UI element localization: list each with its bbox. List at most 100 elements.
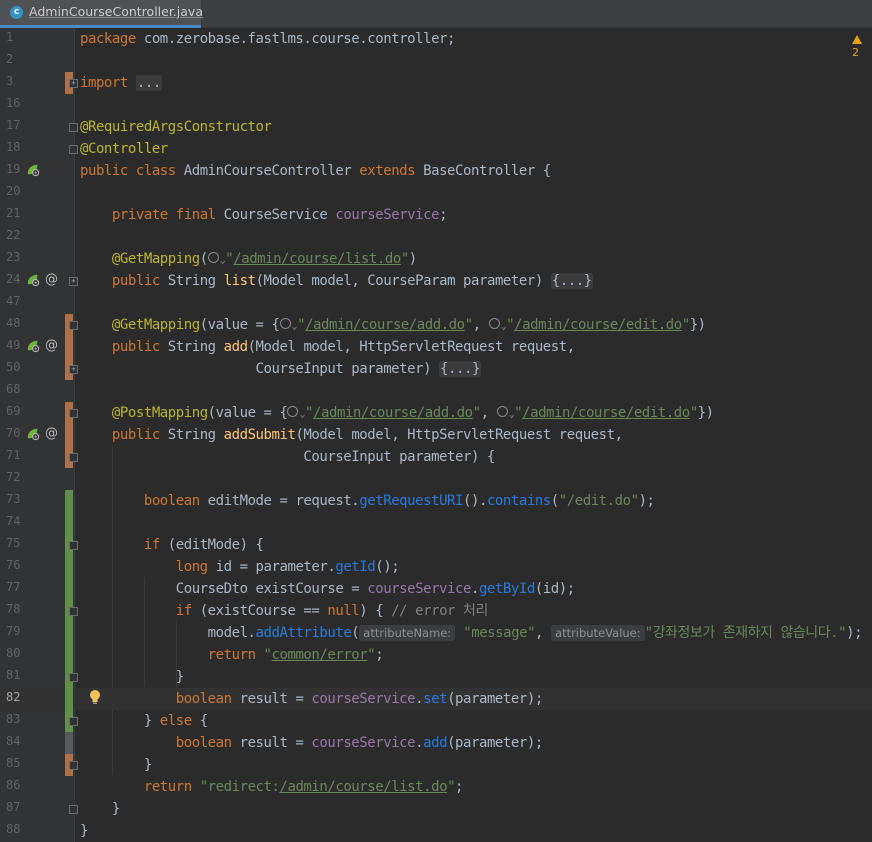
code-line[interactable]: 75 if (editMode) {	[0, 534, 872, 556]
code-line[interactable]: 74	[0, 512, 872, 534]
fold-marker-icon[interactable]	[69, 607, 78, 616]
vcs-change-marker[interactable]	[65, 556, 73, 578]
code-line[interactable]: 84 boolean result = courseService.add(pa…	[0, 732, 872, 754]
spring-bean-icon[interactable]	[26, 427, 40, 441]
line-number: 76	[6, 558, 21, 572]
code-line[interactable]: 70 @ public String addSubmit(Model model,…	[0, 424, 872, 446]
code-line[interactable]: 81 }	[0, 666, 872, 688]
code-line[interactable]: 1 package com.zerobase.fastlms.course.con…	[0, 28, 872, 50]
code-text: @GetMapping(⌄"/admin/course/list.do")	[111, 251, 417, 267]
code-line[interactable]: 80 return "common/error";	[0, 644, 872, 666]
code-text: CourseDto existCourse = courseService.ge…	[80, 581, 575, 597]
line-number: 83	[6, 712, 21, 726]
code-line[interactable]: 22	[0, 226, 872, 248]
spring-bean-icon[interactable]	[26, 273, 40, 287]
line-number: 73	[6, 492, 21, 506]
line-number: 2	[6, 52, 14, 66]
code-line[interactable]: 23 @GetMapping(⌄"/admin/course/list.do")	[0, 248, 872, 270]
code-line[interactable]: 76 long id = parameter.getId();	[0, 556, 872, 578]
code-line[interactable]: 82 boolean result = courseService.set(pa…	[0, 688, 872, 710]
vcs-change-marker[interactable]	[65, 336, 73, 358]
url-globe-icon	[207, 252, 219, 263]
code-line[interactable]: 85 }	[0, 754, 872, 776]
fold-marker-icon[interactable]: +	[69, 365, 78, 374]
code-line[interactable]: 48 @GetMapping(value = {⌄"/admin/course/…	[0, 314, 872, 336]
spring-bean-icon[interactable]	[26, 339, 40, 353]
fold-marker-icon[interactable]	[69, 123, 78, 132]
request-mapping-icon[interactable]: @	[45, 426, 58, 441]
line-number: 18	[6, 140, 21, 154]
code-text: @RequiredArgsConstructor	[80, 119, 272, 135]
line-number: 3	[6, 74, 14, 88]
code-line[interactable]: 50 + CourseInput parameter) {...}	[0, 358, 872, 380]
fold-marker-icon[interactable]: +	[69, 277, 78, 286]
code-text: @Controller	[80, 141, 168, 157]
code-text: @PostMapping(value = {⌄"/admin/course/ad…	[111, 405, 714, 421]
code-text: }	[80, 757, 152, 773]
tab-admin-course-controller[interactable]: c AdminCourseController.java	[0, 0, 203, 28]
vcs-change-marker[interactable]	[65, 578, 73, 600]
request-mapping-icon[interactable]: @	[45, 338, 58, 353]
vcs-change-marker[interactable]	[65, 732, 73, 754]
fold-marker-icon[interactable]	[69, 321, 78, 330]
code-line[interactable]: 79 model.addAttribute(attributeName: "me…	[0, 622, 872, 644]
code-line[interactable]: 83 } else {	[0, 710, 872, 732]
code-line[interactable]: 87 }	[0, 798, 872, 820]
code-line[interactable]: 17 @RequiredArgsConstructor	[0, 116, 872, 138]
code-line[interactable]: 88}	[0, 820, 872, 842]
line-number: 16	[6, 96, 21, 110]
line-number: 48	[6, 316, 21, 330]
code-line[interactable]: 47	[0, 292, 872, 314]
code-line[interactable]: 72	[0, 468, 872, 490]
fold-marker-icon[interactable]	[69, 453, 78, 462]
code-line[interactable]: 69 @PostMapping(value = {⌄"/admin/course…	[0, 402, 872, 424]
fold-marker-icon[interactable]	[69, 673, 78, 682]
vcs-change-marker[interactable]	[65, 622, 73, 644]
code-line[interactable]: 78 if (existCourse == null) { // error 처…	[0, 600, 872, 622]
code-text: }	[80, 801, 120, 817]
fold-marker-icon[interactable]	[69, 541, 78, 550]
url-globe-icon	[496, 406, 508, 417]
code-line[interactable]: 3 + import ...	[0, 72, 872, 94]
fold-marker-icon[interactable]	[69, 145, 78, 154]
code-text: package com.zerobase.fastlms.course.cont…	[80, 31, 456, 47]
fold-marker-icon[interactable]	[69, 805, 78, 814]
code-line[interactable]: 19 public class AdminCourseController ext…	[0, 160, 872, 182]
code-line[interactable]: 68	[0, 380, 872, 402]
fold-marker-icon[interactable]	[69, 409, 78, 418]
code-line[interactable]: 18 @Controller	[0, 138, 872, 160]
fold-marker-icon[interactable]: +	[69, 79, 78, 88]
line-number: 68	[6, 382, 21, 396]
code-line[interactable]: 16	[0, 94, 872, 116]
line-number: 75	[6, 536, 21, 550]
url-globe-icon	[488, 318, 500, 329]
vcs-change-marker[interactable]	[65, 424, 73, 446]
code-text: import ...	[80, 75, 162, 91]
code-line[interactable]: 24 + @ public String list(Model model, Cou…	[0, 270, 872, 292]
vcs-change-marker[interactable]	[65, 490, 73, 512]
line-number: 17	[6, 118, 21, 132]
code-line[interactable]: 20	[0, 182, 872, 204]
vcs-change-marker[interactable]	[65, 688, 73, 710]
fold-marker-icon[interactable]	[69, 717, 78, 726]
code-text: return "common/error";	[207, 647, 384, 663]
code-text: boolean editMode = request.getRequestURI…	[143, 493, 655, 509]
code-line[interactable]: 21 private final CourseService courseSer…	[0, 204, 872, 226]
fold-marker-icon[interactable]	[69, 761, 78, 770]
code-line[interactable]: 71 CourseInput parameter) {	[0, 446, 872, 468]
line-number: 80	[6, 646, 21, 660]
code-text: private final CourseService courseServic…	[111, 207, 448, 223]
line-number: 72	[6, 470, 21, 484]
vcs-change-marker[interactable]	[65, 644, 73, 666]
spring-bean-icon[interactable]	[26, 163, 40, 177]
code-editor[interactable]: 2 1 package com.zerobase.fastlms.course.c…	[0, 28, 872, 842]
request-mapping-icon[interactable]: @	[45, 272, 58, 287]
code-line[interactable]: 49 @ public String add(Model model, HttpS…	[0, 336, 872, 358]
code-text: @GetMapping(value = {⌄"/admin/course/add…	[111, 317, 706, 333]
code-line[interactable]: 77 CourseDto existCourse = courseService…	[0, 578, 872, 600]
vcs-change-marker[interactable]	[65, 512, 73, 534]
code-line[interactable]: 86 return "redirect:/admin/course/list.d…	[0, 776, 872, 798]
code-line[interactable]: 2	[0, 50, 872, 72]
code-text: }	[80, 823, 88, 839]
code-line[interactable]: 73 boolean editMode = request.getRequest…	[0, 490, 872, 512]
